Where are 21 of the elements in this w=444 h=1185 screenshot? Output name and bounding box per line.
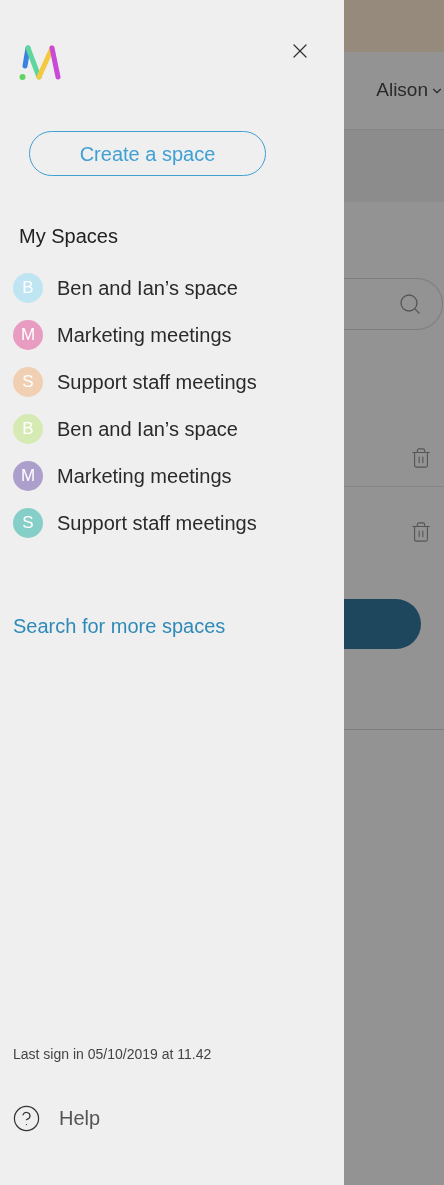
last-sign-in-text: Last sign in 05/10/2019 at 11.42 <box>12 1045 213 1064</box>
section-title: My Spaces <box>18 224 119 249</box>
help-icon[interactable] <box>12 1103 41 1133</box>
space-item[interactable]: B Ben and Ian’s space <box>13 273 344 303</box>
space-avatar: S <box>13 367 43 397</box>
trash-icon <box>410 519 432 545</box>
space-item[interactable]: M Marketing meetings <box>13 461 344 491</box>
space-avatar: S <box>13 508 43 538</box>
help-link[interactable]: Help <box>59 1103 101 1133</box>
space-item[interactable]: B Ben and Ian’s space <box>13 414 344 444</box>
space-avatar: M <box>13 461 43 491</box>
logo-icon <box>19 42 63 82</box>
space-avatar: B <box>13 414 43 444</box>
user-menu: Alison <box>376 76 428 105</box>
search-icon <box>398 292 422 316</box>
space-item[interactable]: S Support staff meetings <box>13 508 344 538</box>
space-avatar: B <box>13 273 43 303</box>
trash-icon <box>410 445 432 471</box>
space-item[interactable]: M Marketing meetings <box>13 320 344 350</box>
space-item[interactable]: S Support staff meetings <box>13 367 344 397</box>
space-avatar: M <box>13 320 43 350</box>
